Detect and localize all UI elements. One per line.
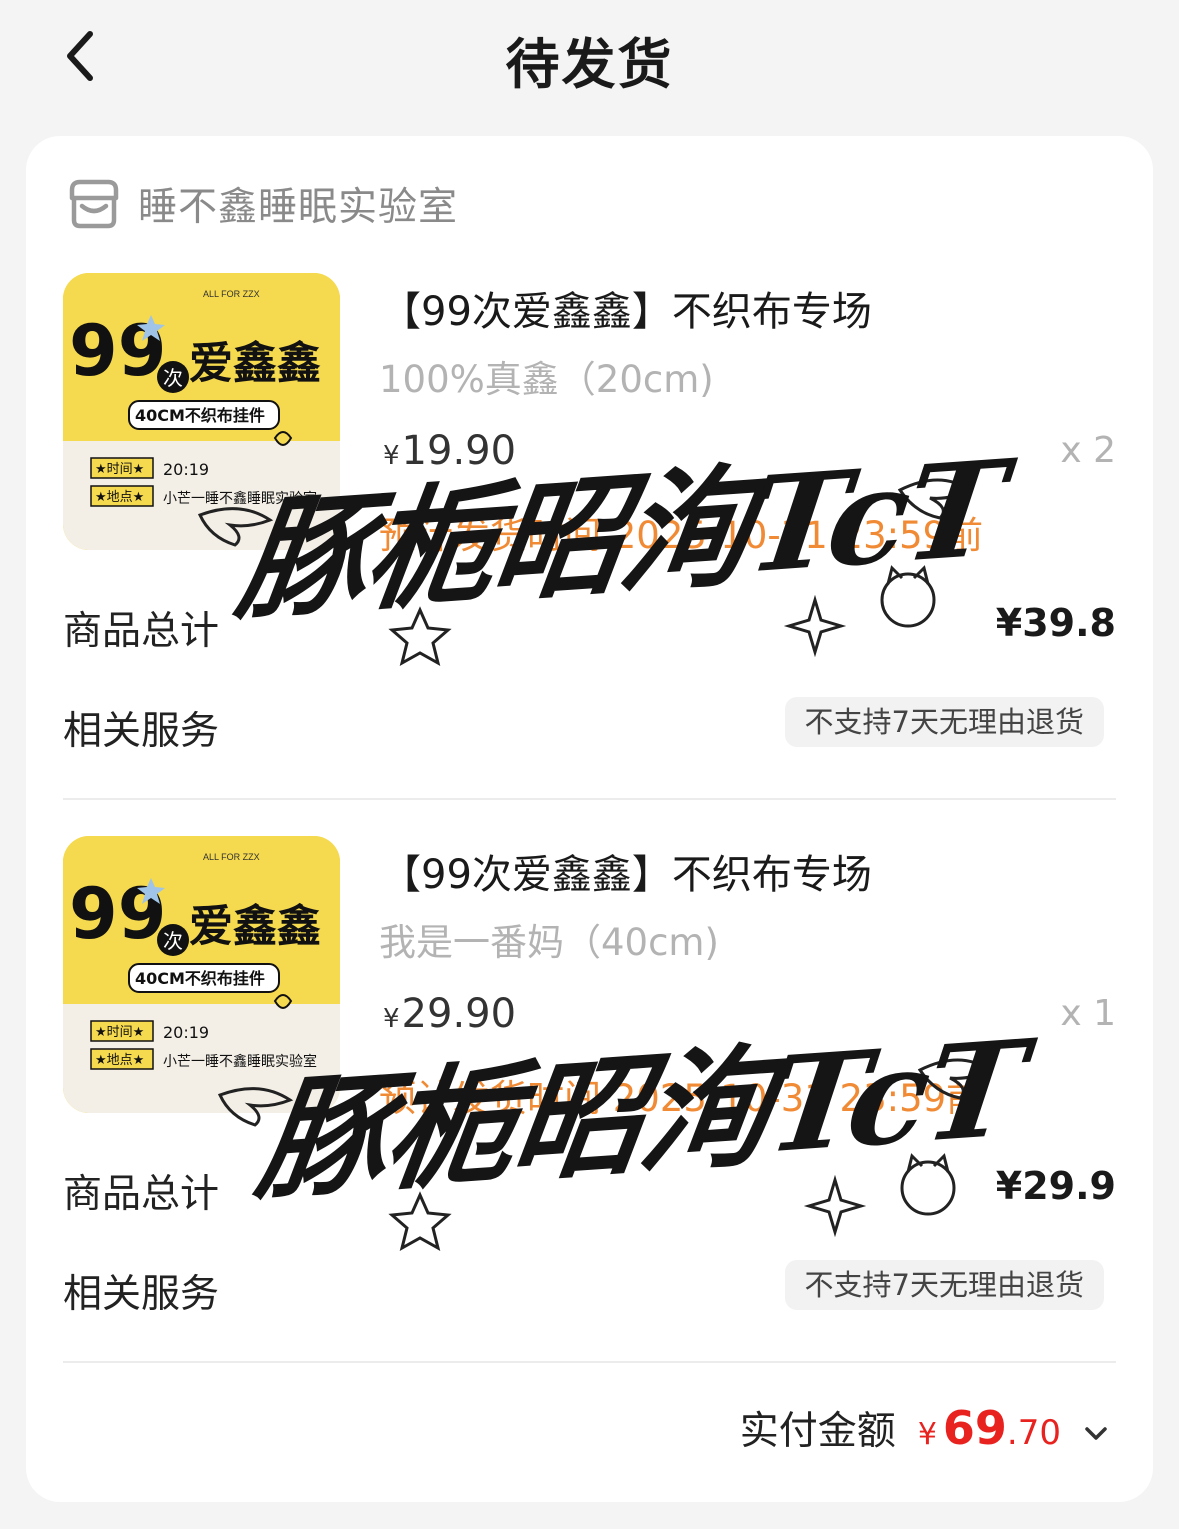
- svg-text:次: 次: [163, 929, 183, 953]
- svg-text:爱鑫鑫: 爱鑫鑫: [189, 338, 321, 389]
- svg-text:小芒一睡不鑫睡眠实验室: 小芒一睡不鑫睡眠实验室: [163, 490, 317, 507]
- svg-text:ALL FOR ZZX: ALL FOR ZZX: [203, 289, 260, 299]
- subtotal-value: ¥29.9: [995, 1164, 1116, 1208]
- svg-text:爱鑫鑫: 爱鑫鑫: [189, 901, 321, 952]
- product-name[interactable]: 【99次爱鑫鑫】不织布专场: [381, 279, 872, 337]
- product-price: ¥29.90: [383, 991, 516, 1037]
- price-value: 29.90: [401, 991, 517, 1037]
- service-label: 相关服务: [63, 1272, 220, 1317]
- product-thumbnail[interactable]: ALL FOR ZZX 99 次 爱鑫鑫 40CM不织布挂件 ★时间★ 20:1…: [63, 836, 340, 1113]
- svg-text:小芒一睡不鑫睡眠实验室: 小芒一睡不鑫睡眠实验室: [163, 1053, 317, 1070]
- product-thumbnail[interactable]: ALL FOR ZZX 99 次 爱鑫鑫 40CM不织布挂件 ★时间★ 20:1…: [63, 273, 340, 550]
- svg-text:40CM不织布挂件: 40CM不织布挂件: [135, 406, 265, 425]
- product-name[interactable]: 【99次爱鑫鑫】不织布专场: [381, 842, 872, 900]
- subtotal-value: ¥39.8: [995, 601, 1116, 645]
- paid-amount-integer: 69: [942, 1401, 1007, 1455]
- product-image: ALL FOR ZZX 99 次 爱鑫鑫 40CM不织布挂件 ★时间★ 20:1…: [63, 273, 340, 550]
- svg-text:★时间★: ★时间★: [95, 1025, 144, 1040]
- svg-text:次: 次: [163, 366, 183, 390]
- shipping-estimate: 预计发货时间 2025-10-31 23:59前: [379, 1077, 984, 1120]
- order-card: 睡不鑫睡眠实验室 ALL FOR ZZX 99 次 爱鑫鑫 40CM不织布挂件 …: [26, 136, 1153, 1502]
- product-price: ¥19.90: [383, 428, 516, 474]
- page-title: 待发货: [505, 33, 674, 96]
- product-spec: 我是一番妈（40cm): [379, 921, 719, 964]
- shop-header[interactable]: 睡不鑫睡眠实验室: [66, 176, 458, 232]
- product-spec: 100%真鑫（20cm): [379, 358, 714, 401]
- chevron-down-icon[interactable]: [1083, 1424, 1109, 1444]
- subtotal-label: 商品总计: [63, 1172, 220, 1217]
- service-badge: 不支持7天无理由退货: [784, 1260, 1104, 1310]
- paid-amount-row[interactable]: 实付金额 ¥ 69 .70: [740, 1400, 1109, 1456]
- product-quantity: x 1: [1060, 993, 1116, 1034]
- divider: [63, 798, 1116, 800]
- store-icon: [69, 179, 119, 229]
- order-item[interactable]: ALL FOR ZZX 99 次 爱鑫鑫 40CM不织布挂件 ★时间★ 20:1…: [63, 273, 1116, 754]
- currency-symbol: ¥: [383, 1004, 400, 1034]
- paid-amount-decimal: .70: [1006, 1413, 1061, 1453]
- price-value: 19.90: [401, 428, 517, 474]
- currency-symbol: ¥: [383, 441, 400, 471]
- svg-text:20:19: 20:19: [163, 460, 209, 479]
- svg-text:20:19: 20:19: [163, 1023, 209, 1042]
- shop-name: 睡不鑫睡眠实验室: [138, 185, 459, 230]
- divider: [63, 1361, 1116, 1363]
- product-image: ALL FOR ZZX 99 次 爱鑫鑫 40CM不织布挂件 ★时间★ 20:1…: [63, 836, 340, 1113]
- svg-text:40CM不织布挂件: 40CM不织布挂件: [135, 969, 265, 988]
- product-quantity: x 2: [1060, 430, 1116, 471]
- subtotal-label: 商品总计: [63, 609, 220, 654]
- service-label: 相关服务: [63, 709, 220, 754]
- top-bar: 待发货: [0, 0, 1179, 115]
- shipping-estimate: 预计发货时间 2025-10-31 23:59前: [379, 514, 984, 557]
- order-item[interactable]: ALL FOR ZZX 99 次 爱鑫鑫 40CM不织布挂件 ★时间★ 20:1…: [63, 836, 1116, 1317]
- paid-amount-label: 实付金额: [739, 1409, 896, 1454]
- paid-currency: ¥: [917, 1417, 937, 1452]
- service-badge: 不支持7天无理由退货: [784, 697, 1104, 747]
- svg-text:★时间★: ★时间★: [95, 462, 144, 477]
- svg-text:★地点★: ★地点★: [95, 1053, 144, 1068]
- svg-text:ALL FOR ZZX: ALL FOR ZZX: [203, 852, 260, 862]
- svg-text:★地点★: ★地点★: [95, 490, 144, 505]
